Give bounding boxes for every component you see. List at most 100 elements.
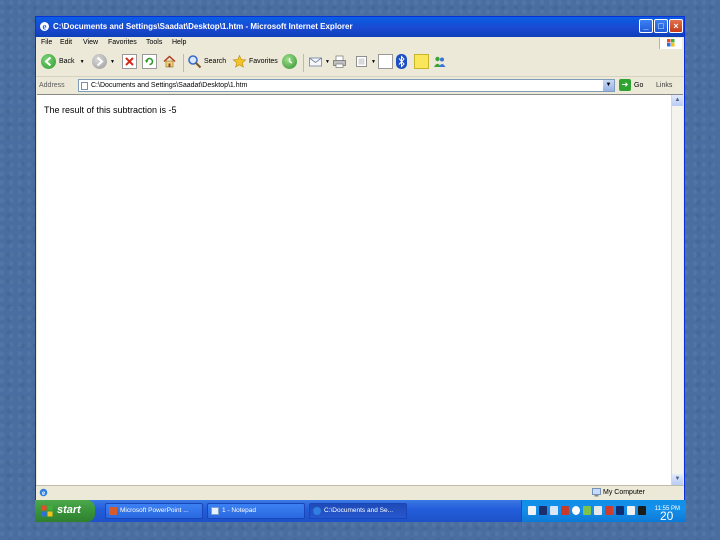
- edit-dropdown-icon[interactable]: ▼: [371, 59, 376, 65]
- go-arrow-icon[interactable]: ➜: [619, 79, 631, 91]
- task-label: 1 - Notepad: [222, 507, 256, 514]
- note-button[interactable]: [414, 54, 429, 69]
- discuss-button[interactable]: [378, 54, 393, 69]
- toolbar-separator: [303, 54, 304, 72]
- ie-window: e C:\Documents and Settings\Saadat\Deskt…: [35, 16, 685, 500]
- back-arrow-icon: [41, 54, 56, 69]
- taskbar: start Microsoft PowerPoint ... 1 - Notep…: [35, 500, 686, 522]
- task-label: C:\Documents and Se...: [324, 507, 394, 514]
- links-button[interactable]: Links: [656, 82, 672, 89]
- address-dropdown-icon[interactable]: ▼: [603, 80, 614, 91]
- search-button[interactable]: Search: [187, 54, 226, 69]
- scroll-up-icon[interactable]: ▲: [672, 95, 683, 106]
- discuss-icon: [378, 54, 393, 69]
- menu-view[interactable]: View: [83, 39, 98, 46]
- address-bar: Address C:\Documents and Settings\Saadat…: [36, 77, 684, 94]
- vertical-scrollbar[interactable]: ▲ ▼: [671, 95, 683, 485]
- forward-dropdown-icon[interactable]: ▼: [110, 59, 115, 65]
- close-button[interactable]: ×: [669, 19, 683, 33]
- tray-device-icon[interactable]: [638, 506, 646, 515]
- title-bar[interactable]: e C:\Documents and Settings\Saadat\Deskt…: [36, 17, 684, 37]
- tray-volume-icon[interactable]: [594, 506, 602, 515]
- svg-text:e: e: [43, 22, 47, 32]
- mail-button[interactable]: ▼: [308, 54, 330, 69]
- search-icon: [187, 54, 202, 69]
- tray-antivirus-icon[interactable]: [605, 506, 613, 515]
- history-icon: [282, 54, 297, 69]
- stop-button[interactable]: [122, 54, 137, 69]
- stop-icon: [122, 54, 137, 69]
- tray-keyboard-icon[interactable]: [550, 506, 558, 515]
- maximize-button[interactable]: □: [654, 19, 668, 33]
- menu-favorites[interactable]: Favorites: [108, 39, 137, 46]
- printer-icon: [332, 54, 347, 69]
- tray-bluetooth-icon[interactable]: [572, 506, 580, 515]
- search-label: Search: [204, 58, 227, 65]
- tray-shield-icon[interactable]: [561, 506, 569, 515]
- mail-icon: [308, 54, 323, 69]
- minimize-button[interactable]: _: [639, 19, 653, 33]
- favorites-button[interactable]: Favorites: [232, 54, 278, 69]
- start-label: start: [57, 504, 81, 516]
- toolbar-separator: [183, 54, 184, 72]
- bluetooth-button[interactable]: [396, 54, 407, 69]
- page-status-icon: e: [39, 488, 48, 497]
- zone-indicator: My Computer: [592, 488, 645, 497]
- tray-monitor-icon[interactable]: [539, 506, 547, 515]
- scroll-down-icon[interactable]: ▼: [672, 474, 683, 485]
- print-button[interactable]: [332, 54, 347, 69]
- forward-arrow-icon: [92, 54, 107, 69]
- ie-logo-icon: e: [40, 22, 49, 32]
- back-dropdown-icon[interactable]: ▼: [80, 59, 85, 65]
- favorites-label: Favorites: [249, 58, 278, 65]
- task-powerpoint[interactable]: Microsoft PowerPoint ...: [105, 503, 203, 519]
- windows-logo-icon: [41, 505, 53, 517]
- sticky-note-icon: [414, 54, 429, 69]
- powerpoint-icon: [109, 507, 117, 515]
- start-button[interactable]: start: [35, 500, 95, 522]
- edit-page-button[interactable]: ▼: [354, 54, 376, 69]
- home-button[interactable]: [162, 54, 177, 69]
- tray-display-icon[interactable]: [616, 506, 624, 515]
- refresh-button[interactable]: [142, 54, 157, 69]
- messenger-icon: [432, 54, 447, 69]
- task-notepad[interactable]: 1 - Notepad: [207, 503, 305, 519]
- result-message: The result of this subtraction is -5: [44, 105, 177, 115]
- forward-button[interactable]: ▼: [92, 54, 115, 69]
- edit-page-icon: [354, 54, 369, 69]
- tray-power-icon[interactable]: [627, 506, 635, 515]
- page-icon: [81, 82, 88, 90]
- menu-help[interactable]: Help: [172, 39, 186, 46]
- go-button[interactable]: Go: [634, 82, 643, 89]
- standard-toolbar: Back ▼ ▼ Search Favorites ▼ ▼: [36, 50, 684, 77]
- slide-number: 20: [660, 509, 674, 523]
- refresh-icon: [142, 54, 157, 69]
- back-label: Back: [59, 58, 75, 65]
- my-computer-icon: [592, 488, 601, 497]
- menu-tools[interactable]: Tools: [146, 39, 162, 46]
- address-input[interactable]: C:\Documents and Settings\Saadat\Desktop…: [78, 79, 615, 92]
- tray-network-icon[interactable]: [583, 506, 591, 515]
- notepad-icon: [211, 507, 219, 515]
- bluetooth-icon: [396, 54, 407, 69]
- task-label: Microsoft PowerPoint ...: [120, 507, 189, 514]
- windows-flag-icon: [659, 38, 682, 49]
- messenger-button[interactable]: [432, 54, 447, 69]
- status-bar: e My Computer: [36, 485, 684, 500]
- page-content: The result of this subtraction is -5 ▲ ▼: [37, 94, 683, 485]
- task-internet-explorer[interactable]: C:\Documents and Se...: [309, 503, 407, 519]
- svg-text:e: e: [42, 489, 45, 497]
- favorites-star-icon: [232, 54, 247, 69]
- back-button[interactable]: Back ▼: [41, 54, 85, 69]
- history-button[interactable]: [282, 54, 297, 69]
- window-title: C:\Documents and Settings\Saadat\Desktop…: [53, 22, 353, 31]
- menu-file[interactable]: File: [41, 39, 52, 46]
- menu-edit[interactable]: Edit: [60, 39, 72, 46]
- zone-label: My Computer: [603, 489, 646, 496]
- mail-dropdown-icon[interactable]: ▼: [325, 59, 330, 65]
- tray-pen-icon[interactable]: [528, 506, 536, 515]
- home-icon: [162, 54, 177, 69]
- ie-task-icon: [313, 507, 321, 515]
- menu-bar: File Edit View Favorites Tools Help: [36, 37, 684, 51]
- address-value: C:\Documents and Settings\Saadat\Desktop…: [91, 82, 248, 89]
